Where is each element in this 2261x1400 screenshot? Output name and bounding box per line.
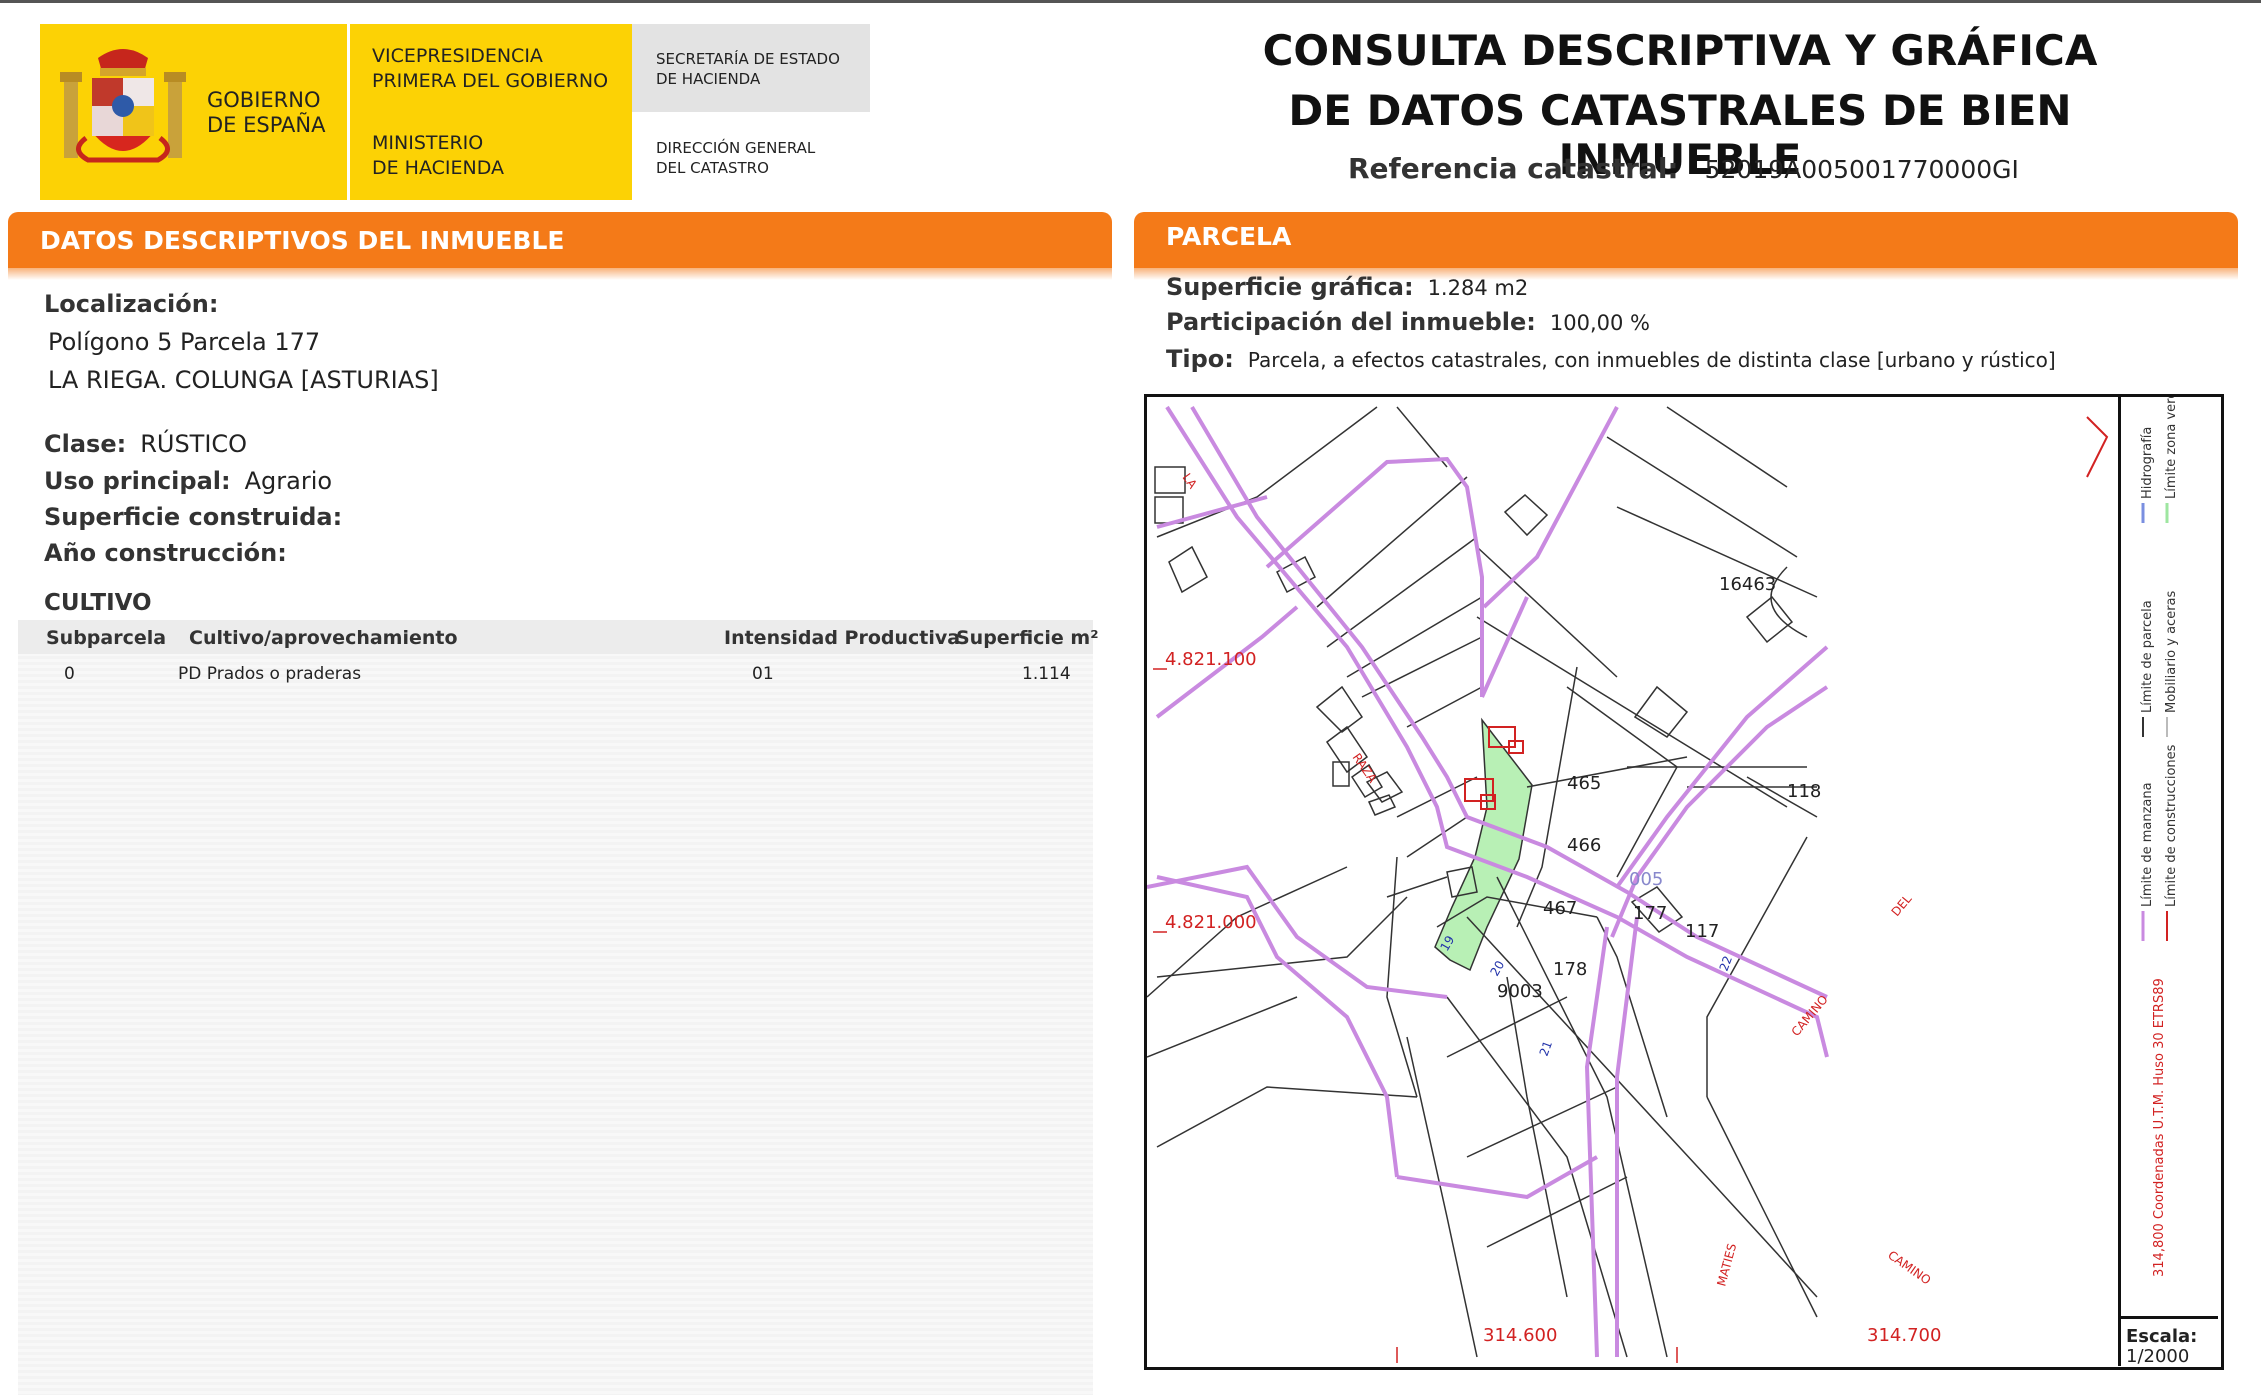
map-label-21: 21 [1537,1039,1555,1058]
clase-field: Clase: RÚSTICO [44,430,247,458]
coord-label-314600: 314.600 [1483,1325,1557,1346]
coord-label-4821000: 4.821.000 [1165,912,1257,933]
superficie-grafica-value: 1.284 m2 [1427,276,1529,300]
cultivo-title: CULTIVO [44,590,152,616]
superficie-grafica-label: Superficie gráfica: [1166,273,1414,301]
secretaria-text: SECRETARÍA DE ESTADO DE HACIENDA [656,50,840,88]
vicepresidencia-text: VICEPRESIDENCIA PRIMERA DEL GOBIERNO [372,45,609,92]
parcel-label-465: 465 [1567,773,1601,794]
participacion-label: Participación del inmueble: [1166,308,1536,336]
parcel-label-118: 118 [1787,781,1821,802]
parcel-label-117: 117 [1685,921,1719,942]
legend-limite-parcela: Límite de parcela [2140,600,2155,713]
uso-label: Uso principal: [44,467,231,495]
datos-descriptivos-bar: DATOS DESCRIPTIVOS DEL INMUEBLE [8,212,1112,270]
legend-limite-manzana: Límite de manzana [2140,782,2155,907]
anio-construccion-label: Año construcción: [44,539,287,567]
tipo-value: Parcela, a efectos catastrales, con inmu… [1247,348,2056,372]
top-rule [0,0,2261,3]
localizacion-label: Localización: [44,290,219,318]
parcel-label-466: 466 [1567,835,1601,856]
legend-utm-note: 314,800 Coordenadas U.T.M. Huso 30 ETRS8… [2152,978,2167,1277]
parcela-bar: PARCELA [1134,212,2238,270]
map-label-005: 005 [1629,869,1663,890]
coord-label-4821100: 4.821.100 [1165,649,1257,670]
localizacion-line-1: Polígono 5 Parcela 177 [48,328,321,356]
superficie-construida-field: Superficie construida: [44,503,356,531]
tipo-field: Tipo: Parcela, a efectos catastrales, con… [1166,345,2056,373]
legend-hidrografia: Hidrografía [2140,427,2155,499]
parcel-label-467: 467 [1543,898,1577,919]
direccion-text: DIRECCIÓN GENERAL DEL CATASTRO [656,139,816,177]
referencia-value: 52019A005001770000GI [1704,155,2019,184]
parcel-label-16463: 16463 [1719,574,1776,595]
referencia-catastral: Referencia catastral: 52019A005001770000G… [1348,152,2019,185]
map-label-del: DEL [1889,892,1915,919]
parcel-177-highlight [1434,717,1533,972]
parcela-title: PARCELA [1166,222,1292,251]
localizacion-line-2: LA RIEGA. COLUNGA [ASTURIAS] [48,366,439,394]
cell-subparcela: 0 [64,664,75,684]
cell-superficie: 1.114 [1022,664,1071,684]
scale-label: Escala: [2126,1326,2198,1347]
superficie-grafica-field: Superficie gráfica: 1.284 m2 [1166,273,1528,301]
clase-value: RÚSTICO [140,430,248,458]
cadastral-map: 16463 465 466 467 118 177 117 178 9003 0… [1144,394,2224,1370]
parcel-label-177: 177 [1633,903,1667,924]
col-cultivo: Cultivo/aprovechamiento [189,627,458,649]
coat-of-arms-icon [60,49,186,163]
coord-label-314700: 314.700 [1867,1325,1941,1346]
map-label-maties: MATIES [1714,1242,1739,1288]
cultivo-table [18,620,1093,1395]
referencia-label: Referencia catastral: [1348,152,1679,185]
uso-field: Uso principal: Agrario [44,467,332,495]
tipo-label: Tipo: [1166,345,1234,373]
participacion-value: 100,00 % [1549,311,1650,335]
uso-value: Agrario [244,467,333,495]
cadastral-map-drawing: 16463 465 466 467 118 177 117 178 9003 0… [1147,397,2179,1363]
datos-descriptivos-title: DATOS DESCRIPTIVOS DEL INMUEBLE [40,226,565,255]
map-label-20: 20 [1487,958,1507,978]
map-label-camino-2: CAMINO [1885,1248,1933,1288]
col-intensidad: Intensidad Productiva [724,627,961,649]
page-title-line-1: CONSULTA DESCRIPTIVA Y GRÁFICA [1262,26,2098,75]
legend-mobiliario: Mobiliario y aceras [2164,590,2179,713]
clase-label: Clase: [44,430,127,458]
legend-zona-verde: Límite zona verde [2164,397,2179,499]
legend-separator [2118,396,2121,1366]
legend-limite-construcciones: Límite de construcciones [2164,744,2179,907]
ministerio-text: MINISTERIO DE HACIENDA [372,132,505,179]
parcel-label-9003: 9003 [1497,981,1543,1002]
anio-construccion-field: Año construcción: [44,539,301,567]
superficie-construida-label: Superficie construida: [44,503,343,531]
datos-bar-fade [8,268,1112,280]
map-label-la: LA [1180,471,1201,492]
logo-divider [347,24,350,200]
gobierno-espana-text: GOBIERNO DE ESPAÑA [207,88,326,137]
parcel-label-178: 178 [1553,959,1587,980]
participacion-field: Participación del inmueble: 100,00 % [1166,308,1650,336]
cell-cultivo: PD Prados o praderas [178,664,362,684]
col-superficie: Superficie m² [956,627,1099,649]
cell-intensidad: 01 [752,664,774,684]
col-subparcela: Subparcela [46,627,167,649]
scale-value: 1/2000 [2126,1346,2190,1367]
map-label-camino: CAMINO [1789,992,1831,1038]
